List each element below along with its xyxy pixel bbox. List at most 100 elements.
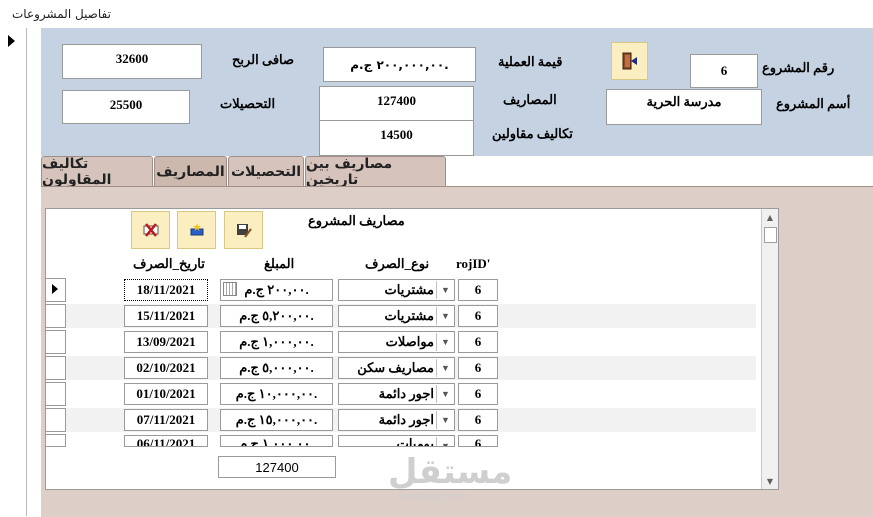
amount-cell-text: ٥,٠٠٠,٠٠ ج.م. — [239, 360, 314, 375]
project-id-cell[interactable]: 6 — [458, 435, 498, 447]
expenses-label: المصاريف — [503, 92, 557, 107]
save-record-button[interactable] — [224, 211, 263, 249]
scroll-up-icon[interactable]: ▲ — [762, 209, 778, 225]
expense-type-cell[interactable]: مشتريات ▼ — [338, 305, 455, 327]
expense-type-cell[interactable]: اجور دائمة ▼ — [338, 409, 455, 431]
new-record-icon — [190, 223, 203, 236]
project-id-cell[interactable]: 6 — [458, 409, 498, 431]
expense-type-cell[interactable]: مصاريف سكن ▼ — [338, 357, 455, 379]
subform-title: مصاريف المشروع — [308, 213, 405, 228]
amount-cell[interactable]: ٥,٠٠٠,٠٠ ج.م. — [220, 357, 333, 379]
row-selector[interactable] — [45, 434, 66, 447]
expenses-field[interactable]: 127400 — [319, 86, 474, 121]
date-cell-text: 06/11/2021 — [136, 436, 196, 447]
expenses-total-field: 127400 — [218, 456, 336, 478]
expense-type-cell-text: مواصلات — [385, 334, 434, 349]
window-titlebar: تفاصيل المشروعات — [0, 0, 873, 29]
row-selector[interactable] — [45, 330, 66, 354]
operation-value-field[interactable]: ٢٠٠,٠٠٠,٠٠ ج.م. — [323, 47, 476, 82]
project-id-cell-text: 6 — [474, 386, 482, 401]
expense-type-cell[interactable]: اجور دائمة ▼ — [338, 383, 455, 405]
net-profit-field[interactable]: 32600 — [62, 44, 202, 79]
date-cell-text: 01/10/2021 — [136, 386, 196, 401]
watermark-logo: مستقل — [388, 452, 513, 492]
date-cell-text: 18/11/2021 — [136, 282, 196, 297]
amount-cell[interactable]: ٥,٢٠٠,٠٠ ج.م. — [220, 305, 333, 327]
dropdown-arrow-icon[interactable]: ▼ — [436, 333, 454, 351]
project-id-cell[interactable]: 6 — [458, 357, 498, 379]
expense-type-cell-text: يوميات — [396, 436, 434, 447]
date-cell-text: 02/10/2021 — [136, 360, 196, 375]
project-id-cell[interactable]: 6 — [458, 279, 498, 301]
date-cell[interactable]: 01/10/2021 — [124, 383, 208, 405]
row-selector[interactable] — [45, 304, 66, 328]
column-header-id: rojID' — [456, 256, 491, 271]
row-selector[interactable] — [45, 278, 66, 302]
row-selector[interactable] — [45, 408, 66, 432]
vertical-scrollbar[interactable]: ▲ ▼ — [761, 209, 778, 489]
project-id-cell-text: 6 — [474, 308, 482, 323]
project-id-cell-text: 6 — [474, 282, 482, 297]
exit-button[interactable] — [611, 42, 648, 80]
expense-type-cell[interactable]: مواصلات ▼ — [338, 331, 455, 353]
date-cell-text: 07/11/2021 — [136, 412, 196, 427]
amount-cell[interactable]: ٢٠٠,٠٠ ج.م. — [220, 279, 333, 301]
dropdown-arrow-icon[interactable]: ▼ — [436, 281, 454, 299]
project-id-cell[interactable]: 6 — [458, 305, 498, 327]
delete-record-button[interactable] — [131, 211, 170, 249]
expense-type-cell[interactable]: يوميات ▼ — [338, 435, 455, 447]
dropdown-arrow-icon[interactable]: ▼ — [436, 385, 454, 403]
date-cell[interactable]: 13/09/2021 — [124, 331, 208, 353]
date-cell[interactable]: 02/10/2021 — [124, 357, 208, 379]
date-cell[interactable]: 18/11/2021 — [124, 279, 208, 301]
watermark-url: mostaql.com — [396, 490, 468, 503]
expense-type-cell-text: اجور دائمة — [378, 386, 434, 401]
column-header-amount: المبلغ — [264, 256, 295, 271]
date-cell[interactable]: 07/11/2021 — [124, 409, 208, 431]
amount-cell[interactable]: ١,٠٠٠,٠٠ ج.م. — [220, 435, 333, 447]
collections-field[interactable]: 25500 — [62, 90, 190, 124]
contractor-costs-label: تكاليف مقاولين — [492, 126, 573, 141]
dropdown-arrow-icon[interactable]: ▼ — [436, 307, 454, 325]
amount-cell[interactable]: ١٥,٠٠٠,٠٠ ج.م. — [220, 409, 333, 431]
record-selector[interactable] — [0, 28, 27, 516]
amount-cell[interactable]: ١٠,٠٠٠,٠٠ ج.م. — [220, 383, 333, 405]
expense-type-cell[interactable]: مشتريات ▼ — [338, 279, 455, 301]
save-icon — [236, 224, 252, 238]
dropdown-arrow-icon[interactable]: ▼ — [436, 437, 454, 446]
expense-type-cell-text: مصاريف سكن — [357, 360, 434, 375]
tab-contractor-costs[interactable]: تكاليف المقاولون — [41, 156, 153, 188]
project-id-cell[interactable]: 6 — [458, 383, 498, 405]
tab-collections[interactable]: التحصيلات — [228, 156, 304, 186]
operation-value-label: قيمة العملية — [498, 54, 563, 69]
current-row-icon — [52, 284, 58, 294]
amount-cell-text: ١,٠٠٠,٠٠ ج.م. — [239, 334, 314, 349]
amount-cell-text: ١,٠٠٠,٠٠ ج.م. — [239, 436, 314, 447]
row-selector[interactable] — [45, 356, 66, 380]
tab-expenses-between-dates[interactable]: مصاريف بين تاريخين — [305, 156, 446, 188]
record-pointer-icon — [8, 35, 15, 47]
contractor-costs-field[interactable]: 14500 — [319, 120, 474, 156]
tab-expenses[interactable]: المصاريف — [154, 156, 227, 186]
project-id-cell[interactable]: 6 — [458, 331, 498, 353]
amount-cell[interactable]: ١,٠٠٠,٠٠ ج.م. — [220, 331, 333, 353]
date-cell[interactable]: 15/11/2021 — [124, 305, 208, 327]
new-record-button[interactable] — [177, 211, 216, 249]
project-number-field[interactable]: 6 — [690, 54, 758, 88]
project-id-cell-text: 6 — [474, 360, 482, 375]
project-id-cell-text: 6 — [474, 334, 482, 349]
expense-type-cell-text: اجور دائمة — [378, 412, 434, 427]
column-header-type: نوع_الصرف — [365, 256, 430, 271]
expense-type-cell-text: مشتريات — [384, 282, 434, 297]
scroll-thumb[interactable] — [764, 227, 777, 243]
project-number-label: رقم المشروع — [762, 60, 835, 75]
dropdown-arrow-icon[interactable]: ▼ — [436, 411, 454, 429]
dropdown-arrow-icon[interactable]: ▼ — [436, 359, 454, 377]
scroll-down-icon[interactable]: ▼ — [762, 473, 778, 489]
date-cell[interactable]: 06/11/2021 — [124, 435, 208, 447]
calendar-icon[interactable] — [223, 282, 237, 296]
amount-cell-text: ١٠,٠٠٠,٠٠ ج.م. — [235, 386, 318, 401]
project-name-field[interactable]: مدرسة الحرية — [606, 89, 762, 125]
row-selector[interactable] — [45, 382, 66, 406]
date-cell-text: 15/11/2021 — [136, 308, 196, 323]
